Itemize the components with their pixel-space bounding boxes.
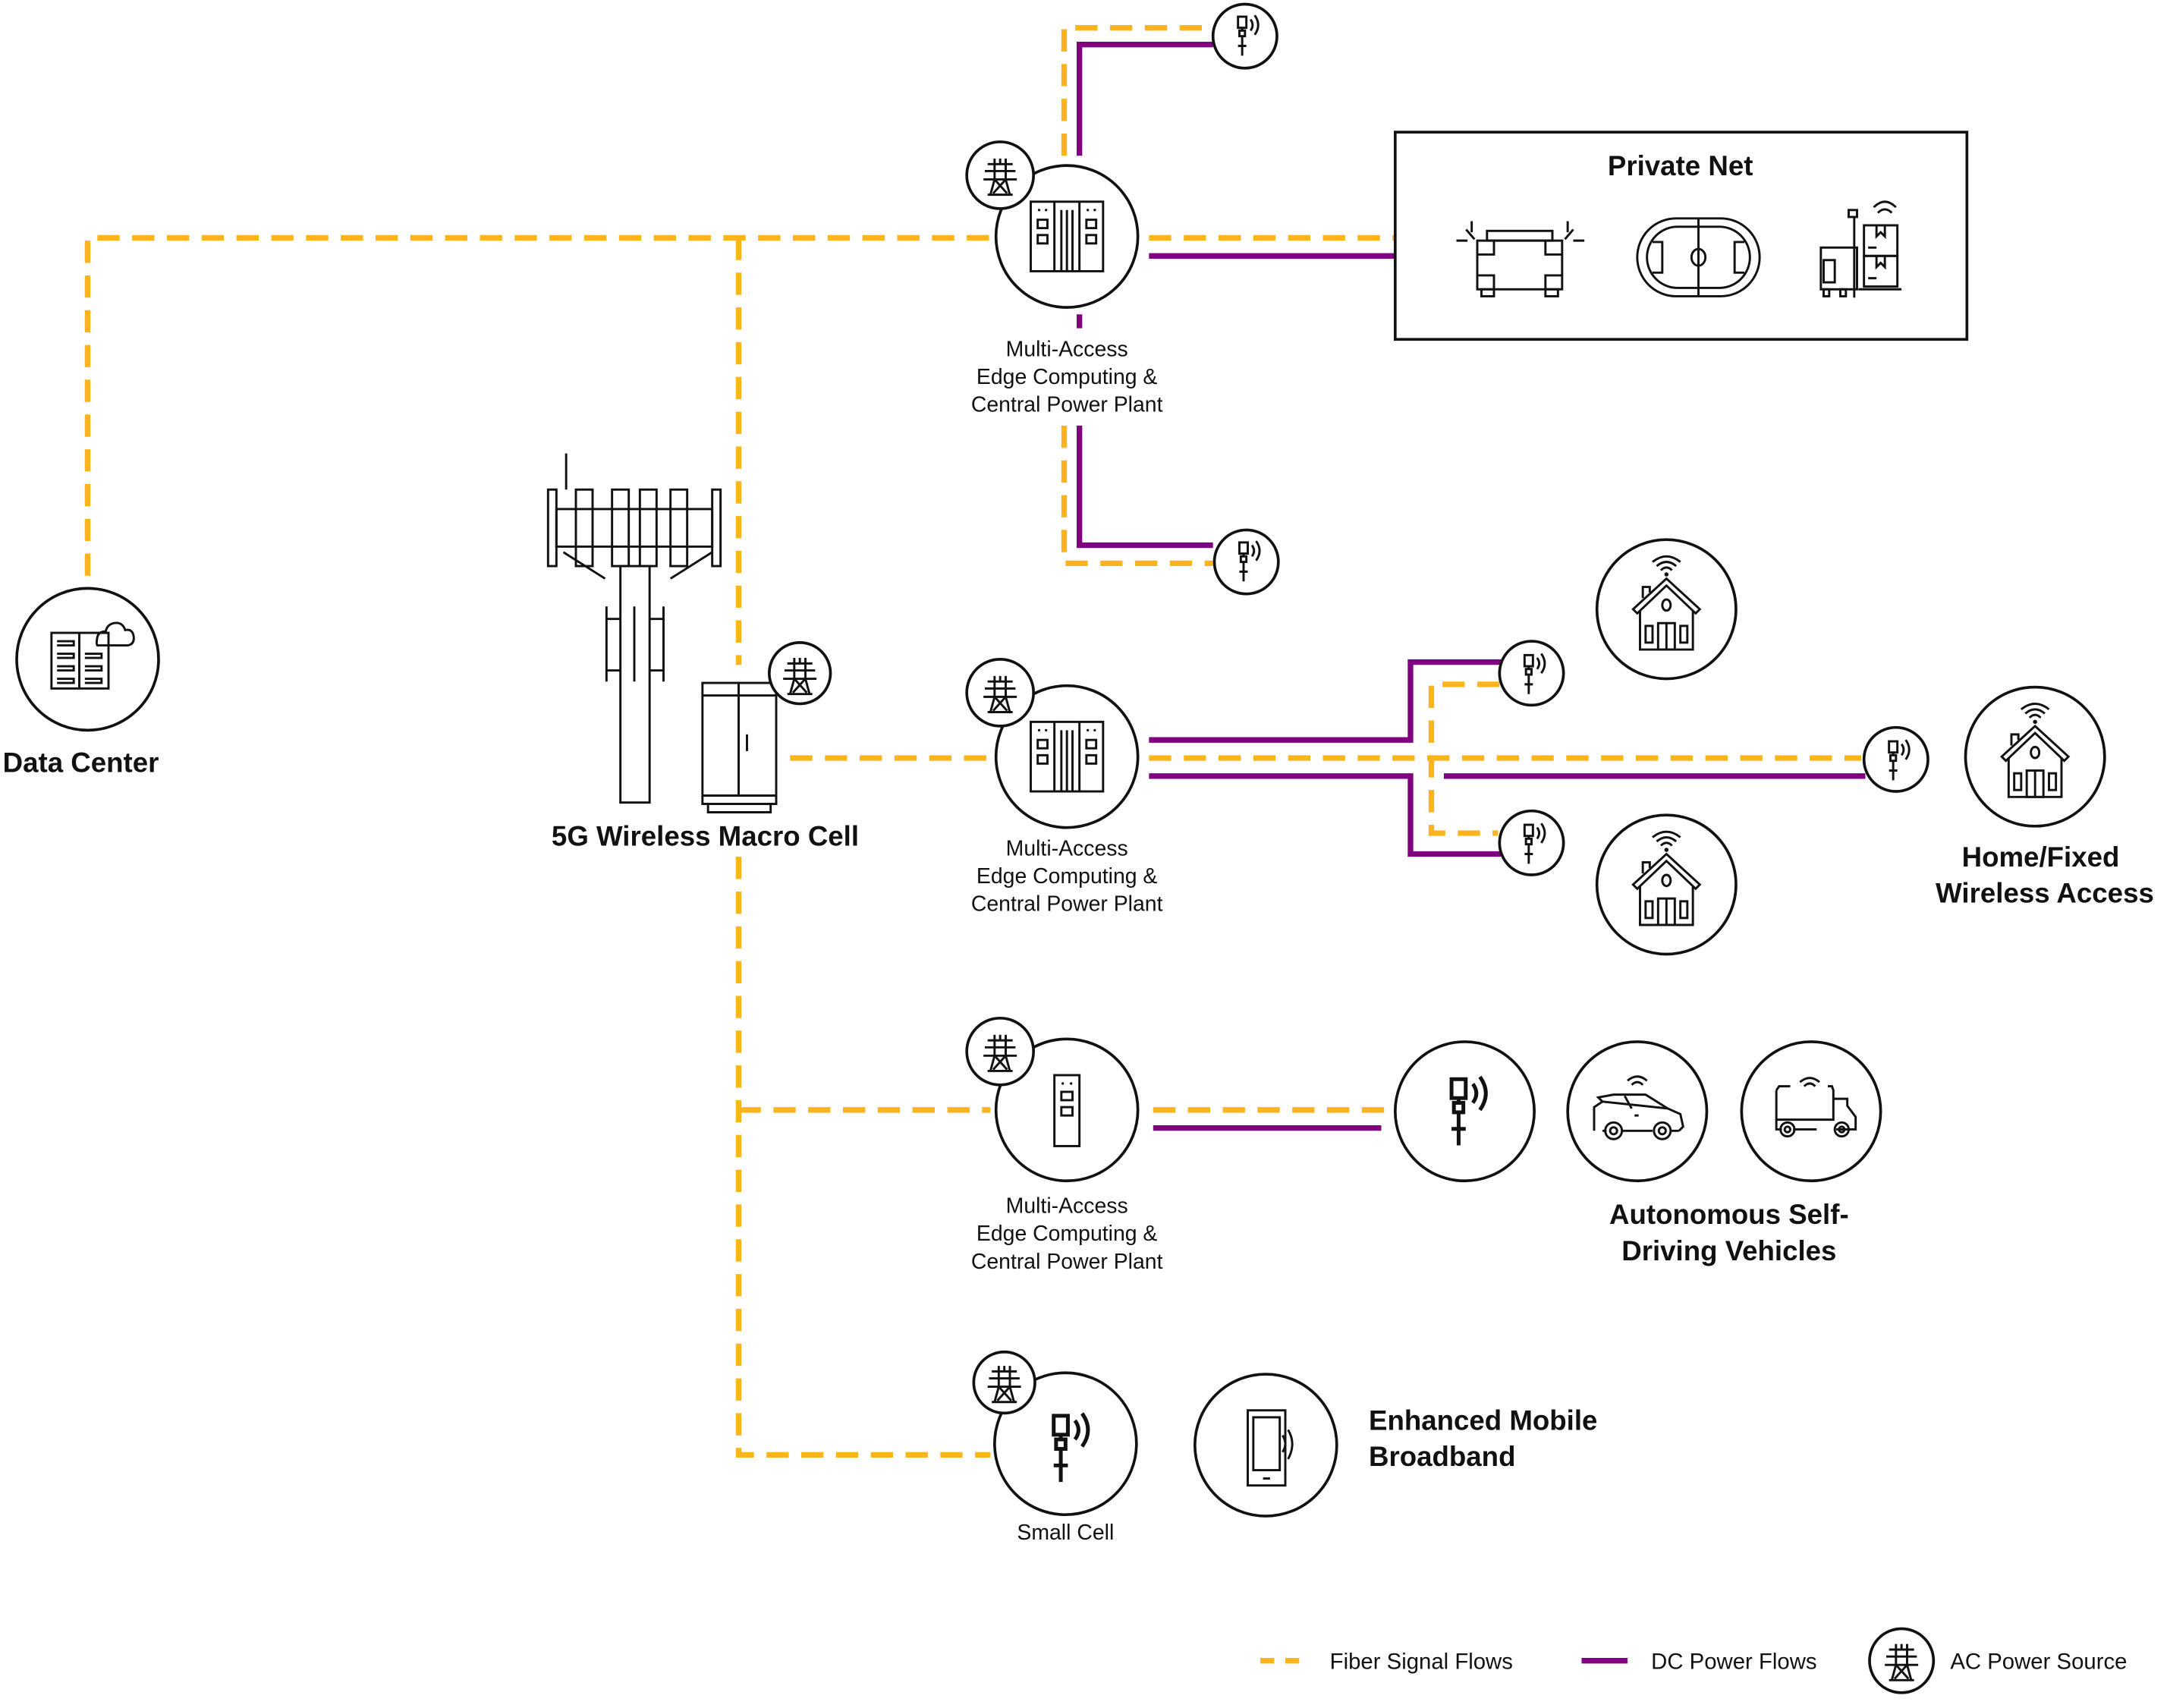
ac-power-tower-icon [965,658,1035,728]
vehicles-label-line2: Driving Vehicles [1621,1235,1836,1266]
mec-top-label-line1: Multi-Access [1006,337,1128,361]
ac-power-tower-icon [1868,1627,1936,1694]
home-node-lower[interactable] [1595,813,1738,956]
mec-low-label-line1: Multi-Access [1006,1194,1128,1218]
network-diagram: Data Center 5G Wireless Macro Cell Multi… [3,2,2154,1694]
fiber-trunk-lower [735,857,991,1458]
mobile-label-line1: Enhanced Mobile [1369,1404,1597,1436]
mec-low-label-line3: Central Power Plant [971,1250,1163,1274]
macro-cell-label: 5G Wireless Macro Cell [552,821,859,852]
private-net-label: Private Net [1608,150,1753,181]
legend-fiber-label: Fiber Signal Flows [1330,1650,1513,1675]
ac-power-tower-icon [972,1350,1036,1415]
mec-top-node[interactable]: Multi-Access Edge Computing & Central Po… [965,140,1163,417]
fiber-datacenter-to-mec-top [84,234,991,576]
mec-mid-node[interactable]: Multi-Access Edge Computing & Central Po… [965,658,1163,917]
home-fixed-label-line2: Wireless Access [1936,878,2154,909]
legend: Fiber Signal Flows DC Power Flows AC Pow… [1260,1627,2127,1694]
cell-tower-icon [546,453,722,804]
mec-mid-label-line2: Edge Computing & [976,864,1158,889]
mec-top-label-line2: Edge Computing & [976,365,1158,389]
autonomous-car-node[interactable] [1566,1040,1709,1183]
small-cell-node-top-lower[interactable] [1212,528,1280,596]
dc-mec-mid-lower [1149,773,1502,857]
equipment-cabinet-icon [701,681,778,813]
home-fixed-label-line1: Home/Fixed [1962,841,2120,873]
mobile-label-line2: Broadband [1369,1441,1515,1472]
home-node-upper[interactable] [1595,538,1738,681]
small-cell-node[interactable]: Small Cell [972,1350,1138,1545]
data-center-label: Data Center [3,747,159,778]
mec-low-label-line2: Edge Computing & [976,1222,1158,1246]
data-center-node[interactable]: Data Center [3,587,160,778]
private-net-box[interactable]: Private Net [1393,131,1969,341]
ac-power-tower-icon [965,1016,1035,1087]
legend-dc-label: DC Power Flows [1651,1650,1816,1675]
small-cell-label: Small Cell [1017,1521,1114,1545]
mec-mid-label-line1: Multi-Access [1006,836,1128,860]
home-node-right[interactable] [1964,685,2106,828]
mec-top-label-line3: Central Power Plant [971,393,1163,417]
mec-mid-label-line3: Central Power Plant [971,892,1163,917]
dc-mec-top-to-small-cell-top [1077,41,1213,156]
ac-power-tower-icon [767,641,832,706]
legend-ac-label: AC Power Source [1950,1650,2127,1675]
dc-mec-mid-upper [1149,659,1502,743]
home-small-cell-lower[interactable] [1498,809,1565,876]
ac-power-tower-icon [965,140,1035,210]
small-cell-node-top[interactable] [1211,2,1278,70]
home-small-cell-upper[interactable] [1498,640,1565,707]
dc-mec-top-to-small-cell-bottom [1077,425,1213,549]
vehicle-small-cell-node[interactable] [1394,1040,1536,1183]
macro-cell-node[interactable]: 5G Wireless Macro Cell [546,453,859,852]
mobile-broadband-node[interactable] [1194,1373,1338,1518]
autonomous-truck-node[interactable] [1740,1040,1882,1183]
mec-low-node[interactable]: Multi-Access Edge Computing & Central Po… [965,1016,1163,1274]
home-small-cell-right[interactable] [1862,725,1929,793]
vehicles-label-line1: Autonomous Self- [1609,1199,1849,1230]
